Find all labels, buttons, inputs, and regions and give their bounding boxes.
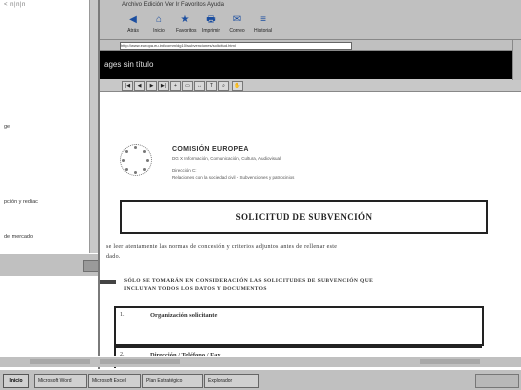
section-title: Organización solicitante — [150, 312, 218, 319]
organization-name: COMISIÓN EUROPEA — [172, 146, 249, 153]
start-button[interactable]: Inicio — [3, 374, 29, 388]
notice-line-2: INCLUYAN TODOS LOS DATOS Y DOCUMENTOS — [124, 286, 267, 292]
section-applicant-organization: 1. Organización solicitante — [114, 306, 484, 346]
note-marker — [100, 280, 116, 284]
url-field[interactable]: http://www.europa.eu.int/comm/dg10/subve… — [120, 42, 352, 50]
nav-zoom-button[interactable]: + — [170, 81, 181, 91]
nav-find-button[interactable]: ⌕ — [218, 81, 229, 91]
back-window-text-1: ge — [4, 124, 11, 130]
taskbar-button-2[interactable]: Microsoft Excel — [88, 374, 141, 388]
nav-last-button[interactable]: ▶| — [158, 81, 169, 91]
organization-unit: Relaciones con la sociedad civil - Subve… — [172, 175, 295, 180]
instructions-line-1: se leer atentamente las normas de conces… — [106, 244, 338, 250]
system-tray — [475, 374, 519, 388]
back-window-text-2: pción y rediac — [4, 199, 38, 205]
nav-tool-button[interactable]: ✋ — [232, 81, 243, 91]
notice-line-1: SÓLO SE TOMARÁN EN CONSIDERACIÓN LAS SOL… — [124, 278, 374, 284]
back-window-text-3: de mercado — [4, 234, 34, 240]
nav-next-button[interactable]: ▶ — [146, 81, 157, 91]
status-bar — [0, 356, 521, 367]
favorites-icon: ★ — [180, 14, 190, 25]
organization-dg: DG X Información, Comunicación, Cultura,… — [172, 156, 282, 161]
status-segment — [100, 359, 180, 364]
page-nav-toolbar: |◀ ◀ ▶ ▶| + ▭ ↔ T ⌕ ✋ — [100, 79, 521, 92]
nav-fit-button[interactable]: ↔ — [194, 81, 205, 91]
back-window-header: < n|n|n — [4, 2, 26, 8]
home-button[interactable]: ⌂ Inicio — [150, 13, 168, 35]
history-icon: ≡ — [260, 14, 266, 25]
history-button[interactable]: ≡ Historial — [254, 13, 272, 35]
taskbar-button-4[interactable]: Explorador — [204, 374, 259, 388]
background-window[interactable]: < n|n|n ge pción y rediac de mercado — [0, 0, 99, 255]
nav-prev-button[interactable]: ◀ — [134, 81, 145, 91]
taskbar-button-1[interactable]: Microsoft Word — [34, 374, 87, 388]
mail-icon: ✉ — [232, 14, 242, 25]
document-title: SOLICITUD DE SUBVENCIÓN — [120, 200, 488, 234]
print-icon: 🖶 — [206, 14, 216, 25]
windows-taskbar: Inicio Microsoft Word Microsoft Excel Pl… — [0, 369, 521, 390]
section-number: 1. — [120, 312, 125, 318]
print-button[interactable]: 🖶 Imprimir — [202, 13, 220, 35]
page-banner: ages sin título — [100, 51, 521, 79]
home-icon: ⌂ — [155, 14, 163, 25]
instructions-line-2: dado. — [106, 254, 121, 260]
back-icon: ◀ — [129, 14, 137, 25]
browser-window[interactable]: Archivo Edición Ver Ir Favoritos Ayuda ◀… — [98, 0, 521, 389]
browser-scrollbar[interactable] — [512, 40, 521, 80]
nav-first-button[interactable]: |◀ — [122, 81, 133, 91]
browser-toolbar: ◀ Atrás ⌂ Inicio ★ Favoritos 🖶 Imprimir … — [100, 11, 521, 40]
mail-button[interactable]: ✉ Correo — [228, 13, 246, 35]
eu-emblem-icon — [120, 144, 152, 176]
address-bar: http://www.europa.eu.int/comm/dg10/subve… — [100, 40, 521, 51]
organization-directorate: Dirección C: — [172, 168, 197, 173]
status-segment — [420, 359, 480, 364]
favorites-button[interactable]: ★ Favoritos — [176, 13, 197, 35]
status-segment — [30, 359, 90, 364]
nav-page-button[interactable]: ▭ — [182, 81, 193, 91]
banner-title: ages sin título — [104, 60, 154, 69]
menu-bar[interactable]: Archivo Edición Ver Ir Favoritos Ayuda — [100, 0, 521, 11]
taskbar-button-3[interactable]: Plan Estratégico — [142, 374, 203, 388]
back-window-scrollbar[interactable] — [89, 0, 98, 255]
nav-select-button[interactable]: T — [206, 81, 217, 91]
back-button[interactable]: ◀ Atrás — [124, 13, 142, 35]
